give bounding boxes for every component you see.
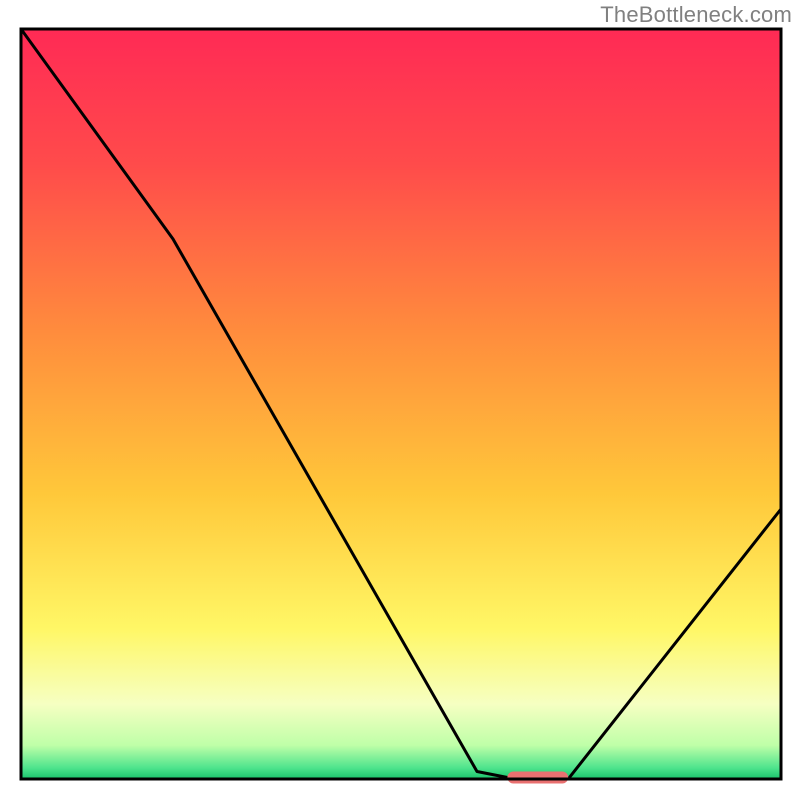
chart-canvas: TheBottleneck.com (0, 0, 800, 800)
chart-svg (0, 0, 800, 800)
plot-background (21, 29, 781, 779)
watermark-label: TheBottleneck.com (600, 2, 792, 28)
